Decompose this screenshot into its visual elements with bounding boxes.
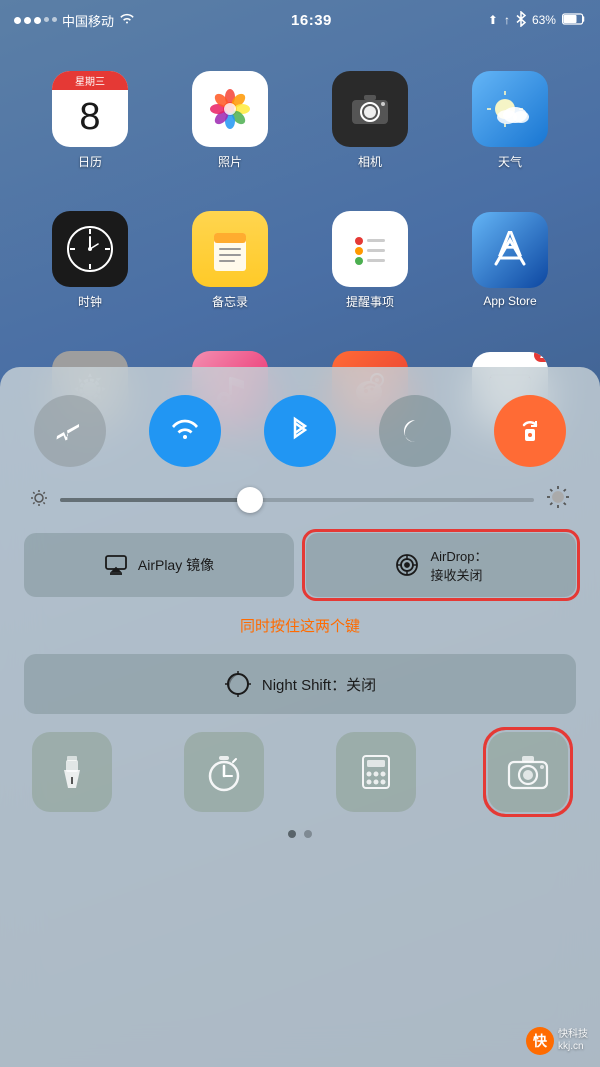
weather-icon bbox=[472, 71, 548, 147]
notes-label: 备忘录 bbox=[212, 293, 248, 310]
brightness-track[interactable] bbox=[60, 498, 534, 502]
do-not-disturb-button[interactable] bbox=[379, 395, 451, 467]
upload-icon: ⬆ bbox=[488, 13, 498, 27]
arrow-icon: ↑ bbox=[504, 13, 510, 27]
quick-actions-row bbox=[24, 732, 576, 812]
app-calendar[interactable]: 星期三 8 日历 bbox=[20, 50, 160, 190]
airplay-button[interactable]: AirPlay 镜像 bbox=[24, 533, 294, 597]
watermark-text: 快科技 kkj.cn bbox=[558, 1029, 588, 1053]
signal-dot-2 bbox=[24, 17, 31, 24]
page-dots bbox=[24, 830, 576, 846]
app-weather[interactable]: 天气 bbox=[440, 50, 580, 190]
airdrop-label: AirDrop： 接收关闭 bbox=[430, 546, 487, 584]
gmail-badge: 2 bbox=[534, 352, 548, 362]
clock-label: 时钟 bbox=[78, 293, 102, 310]
watermark: 快 快科技 kkj.cn bbox=[526, 1027, 588, 1055]
airplay-label: AirPlay 镜像 bbox=[138, 555, 214, 575]
signal-dots bbox=[14, 17, 57, 24]
camera-label: 相机 bbox=[358, 153, 382, 170]
annotation-text: 同时按住这两个键 bbox=[24, 615, 576, 636]
app-appstore[interactable]: A App Store bbox=[440, 190, 580, 330]
watermark-logo: 快 bbox=[526, 1027, 554, 1055]
photos-icon bbox=[192, 71, 268, 147]
battery-label: 63% bbox=[532, 13, 556, 27]
calendar-day: 星期三 bbox=[52, 71, 128, 90]
signal-dot-4 bbox=[44, 17, 49, 22]
app-clock[interactable]: 时钟 bbox=[20, 190, 160, 330]
calendar-date: 8 bbox=[79, 90, 100, 147]
time-display: 16:39 bbox=[291, 12, 332, 29]
timer-button[interactable] bbox=[184, 732, 264, 812]
watermark-logo-text: 快 bbox=[533, 1031, 547, 1051]
calendar-icon: 星期三 8 bbox=[52, 71, 128, 147]
rotation-lock-button[interactable] bbox=[494, 395, 566, 467]
reminders-label: 提醒事项 bbox=[346, 293, 394, 310]
toggle-row bbox=[24, 395, 576, 467]
cc-content: AirPlay 镜像 AirDrop： 接收关闭 同时按住这两个键 bbox=[0, 367, 600, 1067]
airdrop-button[interactable]: AirDrop： 接收关闭 bbox=[306, 533, 576, 597]
brightness-row bbox=[24, 485, 576, 515]
appstore-label: App Store bbox=[483, 294, 536, 308]
battery-icon bbox=[562, 13, 586, 28]
wifi-icon bbox=[119, 13, 135, 28]
signal-dot-5 bbox=[52, 17, 57, 22]
brightness-min-icon bbox=[30, 489, 48, 512]
app-reminders[interactable]: 提醒事项 bbox=[300, 190, 440, 330]
brightness-thumb bbox=[237, 487, 263, 513]
control-center: AirPlay 镜像 AirDrop： 接收关闭 同时按住这两个键 bbox=[0, 367, 600, 1067]
camera-app-icon bbox=[332, 71, 408, 147]
airplay-airdrop-row: AirPlay 镜像 AirDrop： 接收关闭 bbox=[24, 533, 576, 597]
reminders-icon bbox=[332, 211, 408, 287]
app-camera[interactable]: 相机 bbox=[300, 50, 440, 190]
calendar-label: 日历 bbox=[78, 153, 102, 170]
signal-dot-1 bbox=[14, 17, 21, 24]
photos-label: 照片 bbox=[218, 153, 242, 170]
airplane-mode-button[interactable] bbox=[34, 395, 106, 467]
notes-icon bbox=[192, 211, 268, 287]
bluetooth-icon bbox=[516, 11, 526, 30]
carrier-label: 中国移动 bbox=[62, 11, 114, 30]
bluetooth-toggle-button[interactable] bbox=[264, 395, 336, 467]
wifi-toggle-button[interactable] bbox=[149, 395, 221, 467]
signal-dot-3 bbox=[34, 17, 41, 24]
page-dot-1 bbox=[288, 830, 296, 838]
status-right: ⬆ ↑ 63% bbox=[488, 11, 586, 30]
flashlight-button[interactable] bbox=[32, 732, 112, 812]
night-shift-button[interactable]: Night Shift：关闭 bbox=[24, 654, 576, 714]
camera-quick-button[interactable] bbox=[488, 732, 568, 812]
app-photos[interactable]: 照片 bbox=[160, 50, 300, 190]
nightshift-label: Night Shift：关闭 bbox=[262, 674, 376, 695]
watermark-url: kkj.cn bbox=[558, 1041, 588, 1053]
appstore-icon: A bbox=[472, 212, 548, 288]
weather-label: 天气 bbox=[498, 153, 522, 170]
page-dot-2 bbox=[304, 830, 312, 838]
status-bar: 中国移动 16:39 ⬆ ↑ 63% bbox=[0, 0, 600, 40]
calculator-button[interactable] bbox=[336, 732, 416, 812]
clock-icon bbox=[52, 211, 128, 287]
brightness-fill bbox=[60, 498, 250, 502]
brightness-max-icon bbox=[546, 485, 570, 515]
status-left: 中国移动 bbox=[14, 11, 135, 30]
app-notes[interactable]: 备忘录 bbox=[160, 190, 300, 330]
